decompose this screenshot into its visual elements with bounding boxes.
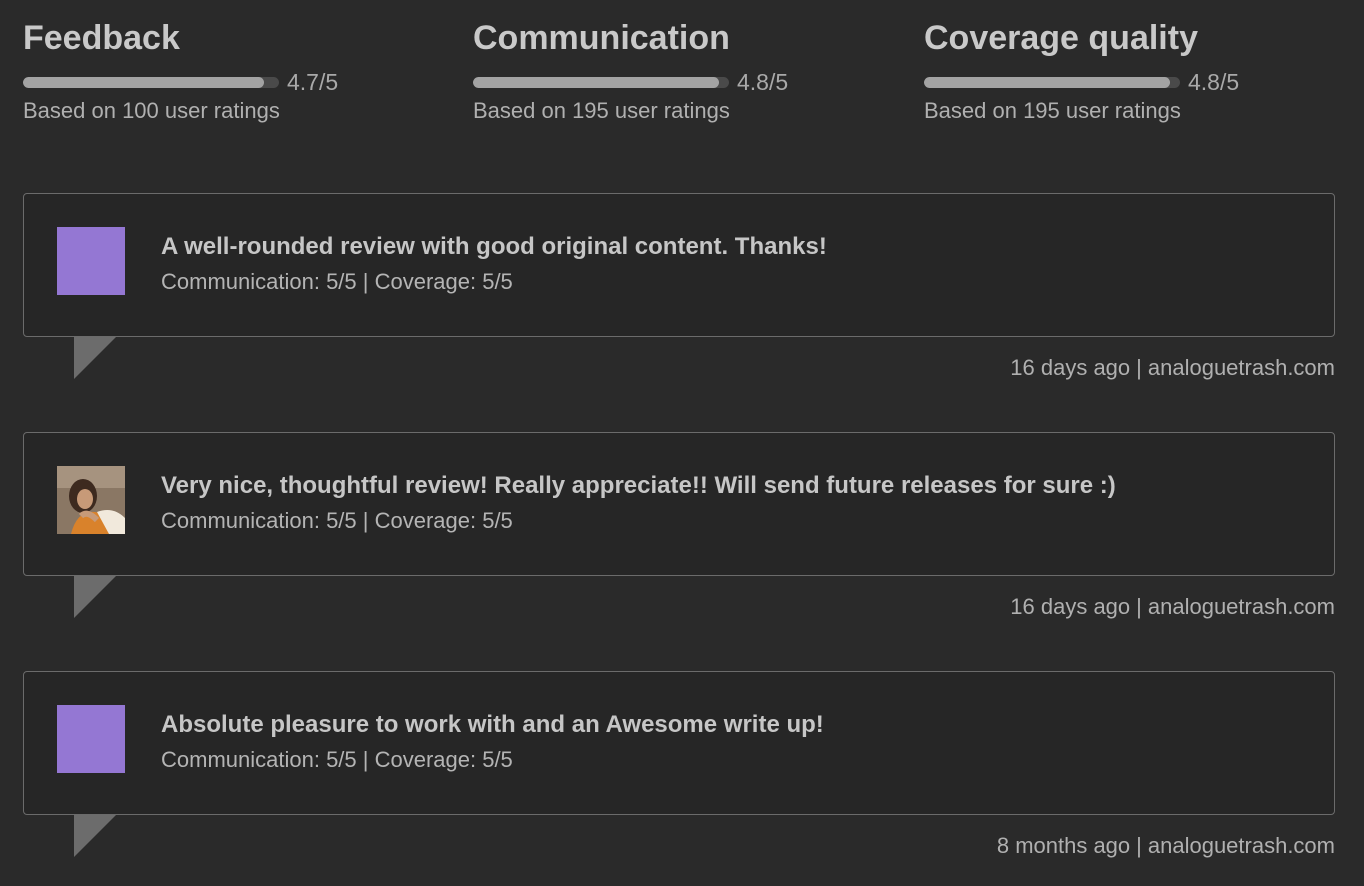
rating-bar-fill: [23, 76, 264, 88]
review-source-link[interactable]: analoguetrash.com: [1148, 355, 1335, 380]
review-item: Very nice, thoughtful review! Really app…: [23, 432, 1335, 619]
review-card: A well-rounded review with good original…: [23, 193, 1335, 337]
review-time: 16 days ago: [1010, 355, 1131, 380]
review-time: 16 days ago: [1010, 594, 1131, 619]
review-card: Absolute pleasure to work with and an Aw…: [23, 671, 1335, 815]
speech-bubble-tail: [74, 576, 116, 618]
rating-summary: Feedback 4.7/5 Based on 100 user ratings…: [23, 18, 1343, 148]
review-item: A well-rounded review with good original…: [23, 193, 1335, 380]
stat-bar-row: 4.8/5: [924, 70, 1344, 102]
review-card: Very nice, thoughtful review! Really app…: [23, 432, 1335, 576]
avatar[interactable]: [57, 227, 125, 295]
rating-bar-fill: [473, 76, 719, 88]
review-meta: 16 days ago | analoguetrash.com: [1010, 353, 1335, 383]
review-meta: 16 days ago | analoguetrash.com: [1010, 592, 1335, 622]
ratings-page: Feedback 4.7/5 Based on 100 user ratings…: [0, 0, 1364, 886]
stat-feedback: Feedback 4.7/5 Based on 100 user ratings: [23, 18, 443, 124]
review-quote: Very nice, thoughtful review! Really app…: [161, 472, 1116, 499]
stat-title: Communication: [473, 19, 730, 57]
review-quote: A well-rounded review with good original…: [161, 233, 827, 260]
review-source-link[interactable]: analoguetrash.com: [1148, 833, 1335, 858]
review-body: Very nice, thoughtful review! Really app…: [161, 471, 1314, 536]
rating-bar-fill: [924, 76, 1170, 88]
stat-coverage-quality: Coverage quality 4.8/5 Based on 195 user…: [924, 18, 1344, 124]
speech-bubble-tail: [74, 337, 116, 379]
rating-score: 4.8/5: [1188, 69, 1240, 95]
stat-bar-row: 4.8/5: [473, 70, 893, 102]
avatar-photo-icon: [57, 466, 125, 534]
rating-bar: [23, 76, 279, 88]
rating-score: 4.8/5: [737, 69, 789, 95]
review-quote: Absolute pleasure to work with and an Aw…: [161, 711, 824, 738]
review-time: 8 months ago: [996, 833, 1131, 858]
review-item: Absolute pleasure to work with and an Aw…: [23, 671, 1335, 858]
meta-separator: |: [1136, 355, 1142, 380]
stat-title: Coverage quality: [924, 19, 1198, 57]
review-meta: 8 months ago | analoguetrash.com: [997, 831, 1335, 861]
rating-score: 4.7/5: [287, 69, 339, 95]
review-scores: Communication: 5/5 | Coverage: 5/5: [161, 508, 513, 533]
stat-title: Feedback: [23, 19, 180, 57]
rating-bar: [924, 76, 1180, 88]
meta-separator: |: [1136, 833, 1142, 858]
avatar[interactable]: [57, 466, 125, 534]
avatar[interactable]: [57, 705, 125, 773]
meta-separator: |: [1136, 594, 1142, 619]
stat-bar-row: 4.7/5: [23, 70, 443, 102]
speech-bubble-tail: [74, 815, 116, 857]
rating-bar: [473, 76, 729, 88]
review-scores: Communication: 5/5 | Coverage: 5/5: [161, 269, 513, 294]
review-body: A well-rounded review with good original…: [161, 232, 1314, 297]
review-scores: Communication: 5/5 | Coverage: 5/5: [161, 747, 513, 772]
stat-communication: Communication 4.8/5 Based on 195 user ra…: [473, 18, 893, 124]
review-source-link[interactable]: analoguetrash.com: [1148, 594, 1335, 619]
review-body: Absolute pleasure to work with and an Aw…: [161, 710, 1314, 775]
